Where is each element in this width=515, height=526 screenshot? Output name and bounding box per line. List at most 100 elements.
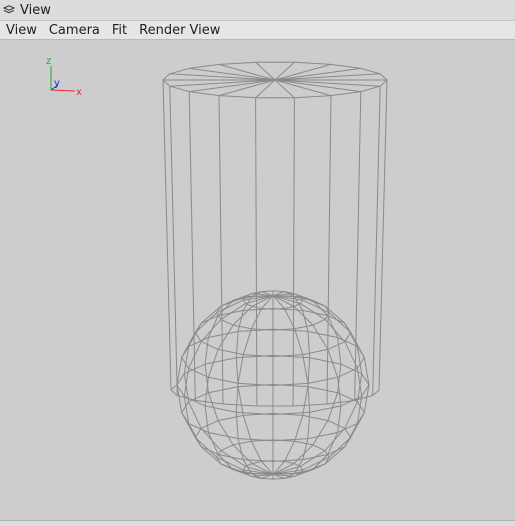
cylinder-top-edge bbox=[169, 67, 190, 75]
sphere-longitude-edge bbox=[237, 438, 244, 460]
sphere-longitude-edge bbox=[312, 324, 329, 350]
sphere-latitude-edge bbox=[299, 466, 304, 471]
sphere-longitude-edge bbox=[294, 328, 304, 355]
x-axis-line bbox=[50, 89, 76, 92]
sphere-longitude-edge bbox=[250, 440, 263, 462]
sphere-latitude-edge bbox=[242, 466, 247, 471]
cylinder-top-spoke bbox=[274, 73, 381, 81]
sphere-longitude-edge bbox=[283, 440, 296, 462]
sphere-latitude-edge bbox=[312, 318, 326, 326]
cylinder-top-edge bbox=[189, 91, 220, 97]
sphere-latitude-edge bbox=[233, 440, 252, 446]
sphere-latitude-edge bbox=[217, 414, 244, 422]
cylinder-side-edge bbox=[169, 86, 178, 396]
sphere-latitude-edge bbox=[284, 461, 295, 464]
x-axis-label: x bbox=[76, 87, 82, 98]
sphere-latitude-edge bbox=[344, 332, 352, 342]
wireframe-sphere[interactable] bbox=[176, 290, 370, 480]
sphere-latitude-edge bbox=[312, 444, 326, 452]
sphere-latitude-edge bbox=[272, 308, 285, 310]
sphere-latitude-edge bbox=[302, 414, 329, 422]
menu-camera[interactable]: Camera bbox=[43, 21, 106, 40]
sphere-latitude-edge bbox=[272, 438, 308, 442]
sphere-longitude-edge bbox=[194, 312, 217, 333]
sphere-longitude-edge bbox=[188, 323, 202, 347]
menu-fit[interactable]: Fit bbox=[106, 21, 133, 40]
cylinder-top-edge bbox=[162, 79, 171, 87]
cylinder-top-spoke bbox=[274, 79, 361, 93]
sphere-longitude-edge bbox=[237, 386, 244, 416]
cylinder-side-edge bbox=[255, 97, 258, 407]
y-axis-label: y bbox=[54, 78, 60, 89]
sphere-latitude-edge bbox=[233, 324, 252, 330]
sphere-longitude-edge bbox=[302, 386, 309, 416]
sphere-latitude-edge bbox=[194, 332, 202, 342]
z-axis-label: z bbox=[46, 56, 51, 67]
sphere-latitude-edge bbox=[299, 299, 304, 304]
cylinder-bottom-edge bbox=[170, 384, 178, 391]
sphere-longitude-edge bbox=[237, 310, 244, 332]
cylinder-side-edge bbox=[162, 79, 172, 391]
cylinder-side-edge bbox=[354, 91, 362, 401]
sphere-latitude-edge bbox=[238, 438, 274, 442]
sphere-latitude-edge bbox=[220, 444, 234, 452]
cylinder-top-edge bbox=[330, 63, 361, 69]
sphere-latitude-edge bbox=[204, 405, 237, 413]
view-window: View View Camera Fit Render View z x y bbox=[0, 0, 515, 526]
sphere-latitude-edge bbox=[194, 428, 202, 438]
sphere-longitude-edge bbox=[302, 310, 309, 332]
sphere-latitude-edge bbox=[302, 348, 329, 356]
wireframe-cylinder[interactable] bbox=[162, 61, 388, 407]
sphere-latitude-edge bbox=[294, 440, 313, 446]
menu-bar: View Camera Fit Render View bbox=[0, 21, 515, 40]
cylinder-top-edge bbox=[379, 73, 388, 81]
sphere-longitude-edge bbox=[217, 420, 234, 446]
window-bottom-edge bbox=[0, 520, 515, 526]
sphere-latitude-edge bbox=[309, 405, 342, 413]
sphere-longitude-edge bbox=[242, 415, 252, 442]
cylinder-side-edge bbox=[292, 97, 295, 407]
axis-triad: z x y bbox=[46, 56, 82, 98]
sphere-latitude-edge bbox=[294, 324, 313, 330]
sphere-latitude-edge bbox=[272, 477, 285, 480]
sphere-longitude-edge bbox=[294, 415, 304, 442]
sphere-latitude-edge bbox=[327, 420, 346, 429]
3d-viewport[interactable]: z x y bbox=[0, 40, 515, 520]
sphere-longitude-edge bbox=[237, 354, 244, 384]
sphere-latitude-edge bbox=[307, 386, 338, 394]
sphere-latitude-edge bbox=[200, 420, 219, 429]
title-bar[interactable]: View bbox=[0, 0, 515, 21]
cylinder-top-edge bbox=[189, 63, 220, 69]
cylinder-side-edge bbox=[372, 86, 381, 396]
sphere-longitude-edge bbox=[329, 312, 352, 333]
eye-icon bbox=[2, 3, 16, 17]
cylinder-bottom-edge bbox=[372, 389, 380, 396]
sphere-longitude-edge bbox=[312, 420, 329, 446]
window-title: View bbox=[20, 2, 51, 18]
scene-canvas[interactable]: z x y bbox=[0, 40, 515, 520]
cylinder-side-edge bbox=[188, 91, 196, 401]
sphere-latitude-edge bbox=[261, 308, 274, 310]
sphere-latitude-edge bbox=[242, 299, 247, 304]
cylinder-top-edge bbox=[218, 95, 256, 99]
sphere-latitude-edge bbox=[208, 432, 239, 440]
menu-render-view[interactable]: Render View bbox=[133, 21, 226, 40]
cylinder-top-edge bbox=[360, 67, 381, 75]
sphere-longitude-edge bbox=[204, 337, 209, 365]
sphere-longitude-edge bbox=[329, 437, 352, 458]
cylinder-top-edge bbox=[162, 73, 171, 81]
sphere-longitude-edge bbox=[337, 405, 342, 433]
sphere-longitude-edge bbox=[302, 354, 309, 384]
sphere-longitude-edge bbox=[188, 423, 202, 447]
cylinder-top-edge bbox=[169, 85, 190, 93]
sphere-longitude-edge bbox=[307, 357, 311, 387]
sphere-latitude-edge bbox=[208, 376, 239, 384]
menu-view[interactable]: View bbox=[0, 21, 43, 40]
cylinder-top-spoke bbox=[189, 79, 276, 93]
cylinder-side-edge bbox=[378, 79, 388, 391]
sphere-latitude-edge bbox=[307, 432, 338, 440]
sphere-latitude-edge bbox=[204, 357, 237, 365]
cylinder-top-spoke bbox=[274, 67, 361, 81]
cylinder-bottom-edge bbox=[170, 389, 178, 396]
cylinder-side-edge bbox=[218, 95, 224, 405]
